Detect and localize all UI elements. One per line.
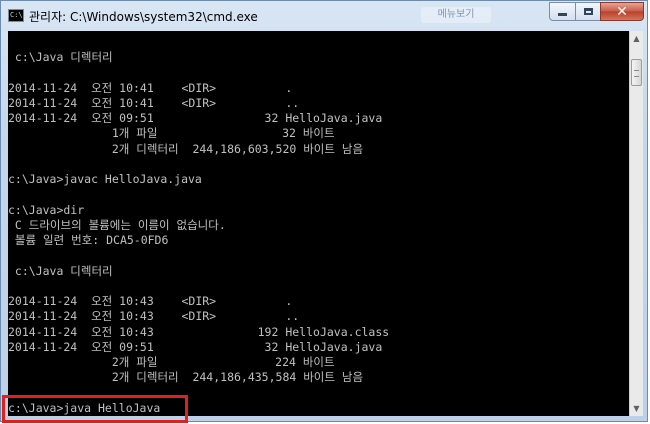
minimize-icon bbox=[558, 13, 567, 16]
scroll-thumb[interactable] bbox=[631, 59, 642, 86]
console-line: 2014-11-24 오전 10:41 <DIR> . bbox=[8, 81, 293, 95]
scroll-up-icon[interactable]: ▲ bbox=[630, 31, 643, 46]
console-line: c:\Java 디렉터리 bbox=[8, 50, 113, 64]
close-icon: ✕ bbox=[616, 3, 628, 20]
console-line: 2014-11-24 오전 10:43 <DIR> . bbox=[8, 294, 293, 308]
console-line: 2014-11-24 오전 10:43 192 HelloJava.class bbox=[8, 325, 390, 339]
console-line: 2014-11-24 오전 10:41 <DIR> .. bbox=[8, 96, 300, 110]
console-line: 2014-11-24 오전 10:43 <DIR> .. bbox=[8, 309, 300, 323]
console-line: c:\Java 디렉터리 bbox=[8, 264, 113, 278]
console-line: 2개 파일 224 바이트 bbox=[8, 355, 335, 369]
cmd-window: C:\. 관리자: C:\Windows\system32\cmd.exe 메뉴… bbox=[0, 0, 648, 422]
highlight-box bbox=[2, 395, 188, 423]
console-line: 1개 파일 32 바이트 bbox=[8, 126, 335, 140]
background-tab: 메뉴보기 bbox=[421, 7, 491, 23]
vertical-scrollbar[interactable]: ▲ ▼ bbox=[629, 31, 643, 416]
close-button[interactable]: ✕ bbox=[600, 2, 644, 21]
grip-icon bbox=[634, 70, 639, 77]
minimize-button[interactable] bbox=[549, 2, 576, 21]
console-line: 2개 디렉터리 244,186,435,584 바이트 남음 bbox=[8, 370, 364, 384]
window-title: 관리자: C:\Windows\system32\cmd.exe bbox=[29, 10, 258, 24]
maximize-icon bbox=[583, 8, 593, 15]
console-line: 볼륨 일련 번호: DCA5-0FD6 bbox=[8, 233, 169, 247]
scroll-down-icon[interactable]: ▼ bbox=[630, 401, 643, 416]
console-output[interactable]: c:\Java 디렉터리 2014-11-24 오전 10:41 <DIR> .2… bbox=[8, 31, 629, 416]
console-line: 2014-11-24 오전 09:51 32 HelloJava.java bbox=[8, 111, 383, 125]
console-line: 2014-11-24 오전 09:51 32 HelloJava.java bbox=[8, 340, 383, 354]
title-bar[interactable]: C:\. 관리자: C:\Windows\system32\cmd.exe 메뉴… bbox=[1, 1, 647, 31]
console-line: c:\Java>dir bbox=[8, 203, 85, 217]
console-line: C 드라이브의 볼륨에는 이름이 없습니다. bbox=[8, 218, 226, 232]
console-line: 2개 디렉터리 244,186,603,520 바이트 남음 bbox=[8, 142, 364, 156]
maximize-button[interactable] bbox=[575, 2, 601, 21]
cmd-app-icon[interactable]: C:\. bbox=[8, 9, 27, 22]
console-line: c:\Java>javac HelloJava.java bbox=[8, 172, 202, 186]
